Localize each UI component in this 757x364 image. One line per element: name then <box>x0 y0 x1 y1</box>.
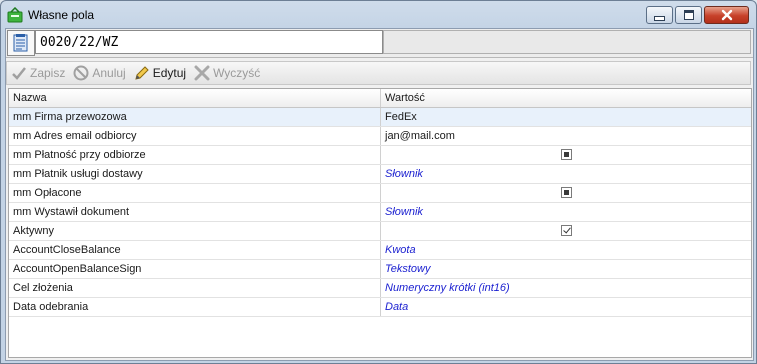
checkmark-icon <box>12 67 26 80</box>
field-value-cell <box>381 146 751 164</box>
checkbox[interactable] <box>561 187 572 198</box>
table-row[interactable]: Data odebrania Data <box>9 298 751 317</box>
close-button[interactable] <box>704 6 749 24</box>
document-description-field <box>383 30 751 54</box>
column-header-value[interactable]: Wartość <box>381 89 751 107</box>
grid-header: Nazwa Wartość <box>9 89 751 108</box>
field-value-cell <box>381 222 751 240</box>
field-name-cell: mm Wystawił dokument <box>9 203 381 221</box>
field-value-cell[interactable]: Tekstowy <box>381 260 751 278</box>
field-name-cell: mm Firma przewozowa <box>9 108 381 126</box>
close-icon <box>721 9 732 21</box>
cancel-icon <box>73 65 89 81</box>
table-row[interactable]: mm Opłacone <box>9 184 751 203</box>
window-content: 0020/22/WZ Zapisz Anuluj Edytuj Wyczyść … <box>5 28 754 361</box>
table-row[interactable]: mm Adres email odbiorcy jan@mail.com <box>9 127 751 146</box>
cancel-button[interactable]: Anuluj <box>73 65 126 81</box>
column-header-name[interactable]: Nazwa <box>9 89 381 107</box>
edit-button[interactable]: Edytuj <box>134 65 186 81</box>
table-row[interactable]: mm Firma przewozowa FedEx <box>9 108 751 127</box>
pencil-icon <box>135 66 149 80</box>
save-label: Zapisz <box>30 66 66 80</box>
field-value-cell[interactable]: jan@mail.com <box>381 127 751 145</box>
maximize-icon <box>683 10 694 20</box>
field-value-cell[interactable]: Kwota <box>381 241 751 259</box>
checkbox[interactable] <box>561 149 572 160</box>
table-row[interactable]: AccountOpenBalanceSign Tekstowy <box>9 260 751 279</box>
cancel-label: Anuluj <box>92 66 126 80</box>
checkbox[interactable] <box>561 225 572 236</box>
field-name-cell: mm Adres email odbiorcy <box>9 127 381 145</box>
title-bar[interactable]: Własne pola <box>1 1 756 28</box>
table-row[interactable]: AccountCloseBalance Kwota <box>9 241 751 260</box>
field-name-cell: Data odebrania <box>9 298 381 316</box>
field-value-cell[interactable]: Słownik <box>381 203 751 221</box>
maximize-button[interactable] <box>675 6 702 24</box>
clear-icon <box>194 65 210 81</box>
field-value-cell[interactable]: Numeryczny krótki (int16) <box>381 279 751 297</box>
document-icon <box>13 34 28 52</box>
field-name-cell: mm Opłacone <box>9 184 381 202</box>
window-title: Własne pola <box>28 8 95 22</box>
toolbar: Zapisz Anuluj Edytuj Wyczyść <box>6 61 751 85</box>
field-name-cell: Aktywny <box>9 222 381 240</box>
table-row[interactable]: mm Płatność przy odbiorze <box>9 146 751 165</box>
document-icon-button[interactable] <box>7 30 35 56</box>
table-row[interactable]: Cel złożenia Numeryczny krótki (int16) <box>9 279 751 298</box>
clear-label: Wyczyść <box>213 66 261 80</box>
field-name-cell: mm Płatność przy odbiorze <box>9 146 381 164</box>
field-name-cell: AccountOpenBalanceSign <box>9 260 381 278</box>
field-name-cell: Cel złożenia <box>9 279 381 297</box>
custom-fields-grid: Nazwa Wartość mm Firma przewozowa FedEx … <box>8 88 752 358</box>
document-bar: 0020/22/WZ <box>6 29 753 58</box>
field-name-cell: mm Płatnik usługi dostawy <box>9 165 381 183</box>
document-number-field[interactable]: 0020/22/WZ <box>35 30 383 54</box>
app-icon <box>7 7 23 23</box>
edit-label: Edytuj <box>152 66 187 80</box>
field-name-cell: AccountCloseBalance <box>9 241 381 259</box>
field-value-cell <box>381 184 751 202</box>
minimize-button[interactable] <box>646 6 673 24</box>
save-button[interactable]: Zapisz <box>11 65 65 81</box>
field-value-cell[interactable]: Słownik <box>381 165 751 183</box>
field-value-cell[interactable]: FedEx <box>381 108 751 126</box>
table-row[interactable]: mm Wystawił dokument Słownik <box>9 203 751 222</box>
minimize-icon <box>654 15 665 21</box>
main-window: Własne pola 0020/22/WZ Zapisz Anuluj Edy… <box>0 0 757 364</box>
table-row[interactable]: mm Płatnik usługi dostawy Słownik <box>9 165 751 184</box>
clear-button[interactable]: Wyczyść <box>194 65 260 81</box>
field-value-cell[interactable]: Data <box>381 298 751 316</box>
table-row[interactable]: Aktywny <box>9 222 751 241</box>
